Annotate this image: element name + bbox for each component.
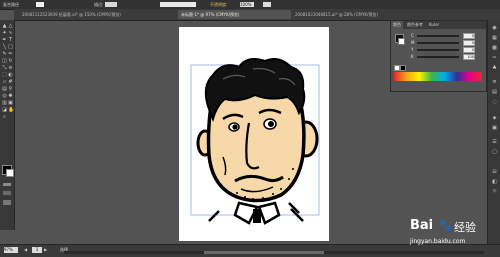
tab-kuler[interactable]: Kuler	[427, 21, 441, 29]
watermark-brand: Bai	[410, 218, 434, 233]
rectangle-tool-icon[interactable]: □	[8, 45, 13, 50]
necktie	[253, 209, 261, 223]
color-mode-buttons[interactable]	[3, 183, 11, 186]
tab-document-1[interactable]: 20081112523939 拓展版.ai* @ 150% (CMYK/预览)	[19, 10, 172, 19]
eyedropper-icon[interactable]: ⚲	[8, 87, 13, 92]
face	[206, 87, 306, 203]
slider-c[interactable]	[417, 35, 459, 37]
pen-tool-icon[interactable]: ✒	[2, 38, 7, 43]
graph-tool-icon[interactable]: ▥	[2, 101, 7, 106]
tools-panel: ▲ △ ✦ ∿ ✒ T ╲ □ ✎ ✏ ◫ ↻ ⤡ ≋ ⬚ ◐ ▱ # ▤ ⚲ …	[0, 20, 15, 230]
symbol-sprayer-icon[interactable]: ✺	[8, 94, 13, 99]
slider-m[interactable]	[417, 42, 459, 44]
value-c[interactable]: 0	[463, 33, 475, 39]
next-artboard-icon[interactable]: ▶	[44, 247, 50, 253]
stroke-panel-icon[interactable]: ≡	[492, 80, 497, 85]
color-panel: 颜色 颜色参考 Kuler C 0 M 0 Y 0 K 100	[390, 20, 487, 92]
gradient-panel-icon[interactable]: ▤	[492, 90, 497, 95]
scrollbar-thumb[interactable]	[204, 251, 324, 254]
prev-artboard-icon[interactable]: ◀	[24, 247, 30, 253]
color-guide-icon[interactable]: ▦	[492, 36, 497, 41]
channel-label-y: Y	[411, 47, 414, 52]
baidu-watermark: Bai 🐾 经验 jingyan.baidu.com	[410, 218, 496, 252]
type-tool-icon[interactable]: T	[8, 38, 13, 43]
black-swatch[interactable]	[400, 65, 406, 71]
watermark-url: jingyan.baidu.com	[410, 238, 466, 245]
shape-builder-icon[interactable]: ◐	[8, 73, 13, 78]
paw-icon: 🐾	[438, 218, 453, 232]
artboards-icon[interactable]: ▢	[492, 150, 497, 155]
color-panel-tabs: 颜色 颜色参考 Kuler	[391, 21, 486, 29]
line-tool-icon[interactable]: ╲	[2, 45, 7, 50]
object-type-label: 复合路径	[3, 2, 19, 7]
panel-dock: ◉ ▦ ▩ ✑ ♣ ≡ ▤ ◌ ◈ ▣ ☰ ▢ ⊟ ◧ ⤧	[487, 20, 500, 244]
mesh-icon[interactable]: #	[8, 80, 13, 85]
collar-right	[257, 201, 281, 225]
opacity-label: 不透明度:	[210, 2, 228, 7]
stroke-profile-dropdown[interactable]	[160, 2, 196, 7]
transform-icon[interactable]: ⤧	[492, 190, 497, 195]
paintbrush-icon[interactable]: ✎	[2, 52, 7, 57]
channel-label-k: K	[411, 54, 414, 59]
pencil-icon[interactable]: ✏	[8, 52, 13, 57]
lasso-icon[interactable]: ∿	[8, 31, 13, 36]
channel-label-m: M	[411, 40, 415, 45]
color-panel-icon[interactable]: ◉	[492, 26, 497, 31]
align-icon[interactable]: ⊟	[492, 170, 497, 175]
rotate-icon[interactable]: ↻	[8, 59, 13, 64]
channel-label-c: C	[411, 33, 414, 38]
tab-color-guide[interactable]: 颜色参考	[405, 21, 425, 29]
caricature-artwork	[190, 58, 320, 225]
warp-icon[interactable]: ≋	[8, 66, 13, 71]
color-spectrum-bar[interactable]	[394, 72, 482, 81]
symbols-icon[interactable]: ♣	[492, 66, 497, 71]
watermark-brand-suffix: 经验	[454, 221, 476, 234]
direct-selection-tool-icon[interactable]: △	[8, 24, 13, 29]
right-pupil	[268, 121, 274, 127]
stroke-label: 描边:	[94, 2, 104, 7]
swatches-icon[interactable]: ▩	[492, 46, 497, 51]
hand-tool-icon[interactable]: ✋	[8, 108, 14, 113]
screen-mode-button[interactable]	[3, 200, 11, 205]
panel-stroke-swatch[interactable]	[398, 38, 405, 45]
perspective-icon[interactable]: ▱	[2, 80, 7, 85]
free-transform-icon[interactable]: ⬚	[2, 73, 7, 78]
tab-color[interactable]: 颜色	[391, 21, 403, 29]
value-m[interactable]: 0	[463, 40, 475, 46]
artboard[interactable]	[179, 27, 329, 241]
artboard-number-field[interactable]: 1	[32, 247, 42, 253]
stroke-weight-field[interactable]	[105, 2, 117, 7]
selection-tool-icon[interactable]: ▲	[2, 24, 7, 29]
artboard-tool-icon[interactable]: ▣	[8, 101, 13, 106]
layers-icon[interactable]: ☰	[492, 140, 497, 145]
blend-icon[interactable]: ◎	[2, 94, 7, 99]
left-pupil	[232, 124, 238, 130]
slider-k[interactable]	[417, 56, 459, 58]
magic-wand-icon[interactable]: ✦	[2, 31, 7, 36]
fill-swatch[interactable]	[36, 2, 44, 7]
pathfinder-icon[interactable]: ◧	[492, 180, 497, 185]
slider-y[interactable]	[417, 49, 459, 51]
value-y[interactable]: 0	[463, 47, 475, 53]
tab-document-2[interactable]: 未标题-1* @ 97% (CMYK/预览)	[178, 10, 291, 19]
transparency-icon[interactable]: ◌	[492, 100, 497, 105]
draw-mode-buttons[interactable]	[3, 191, 11, 195]
slice-tool-icon[interactable]: ◪	[2, 108, 7, 113]
brushes-icon[interactable]: ✑	[492, 56, 497, 61]
eraser-icon[interactable]: ◫	[2, 59, 7, 64]
appearance-icon[interactable]: ◈	[492, 116, 497, 121]
graphic-styles-icon[interactable]: ▣	[492, 126, 497, 131]
scale-icon[interactable]: ⤡	[2, 66, 7, 71]
zoom-tool-icon[interactable]: ⌕	[2, 115, 7, 120]
gradient-icon[interactable]: ▤	[2, 87, 7, 92]
opacity-field[interactable]: 100%	[240, 2, 254, 7]
stroke-color-swatch[interactable]	[6, 169, 14, 177]
value-k[interactable]: 100	[463, 54, 475, 60]
zoom-field[interactable]: 97%	[4, 247, 18, 253]
style-swatch[interactable]	[263, 2, 271, 7]
tab-document-3[interactable]: 20081031046815.ai* @ 28% (CMYK/预览)	[292, 10, 415, 19]
